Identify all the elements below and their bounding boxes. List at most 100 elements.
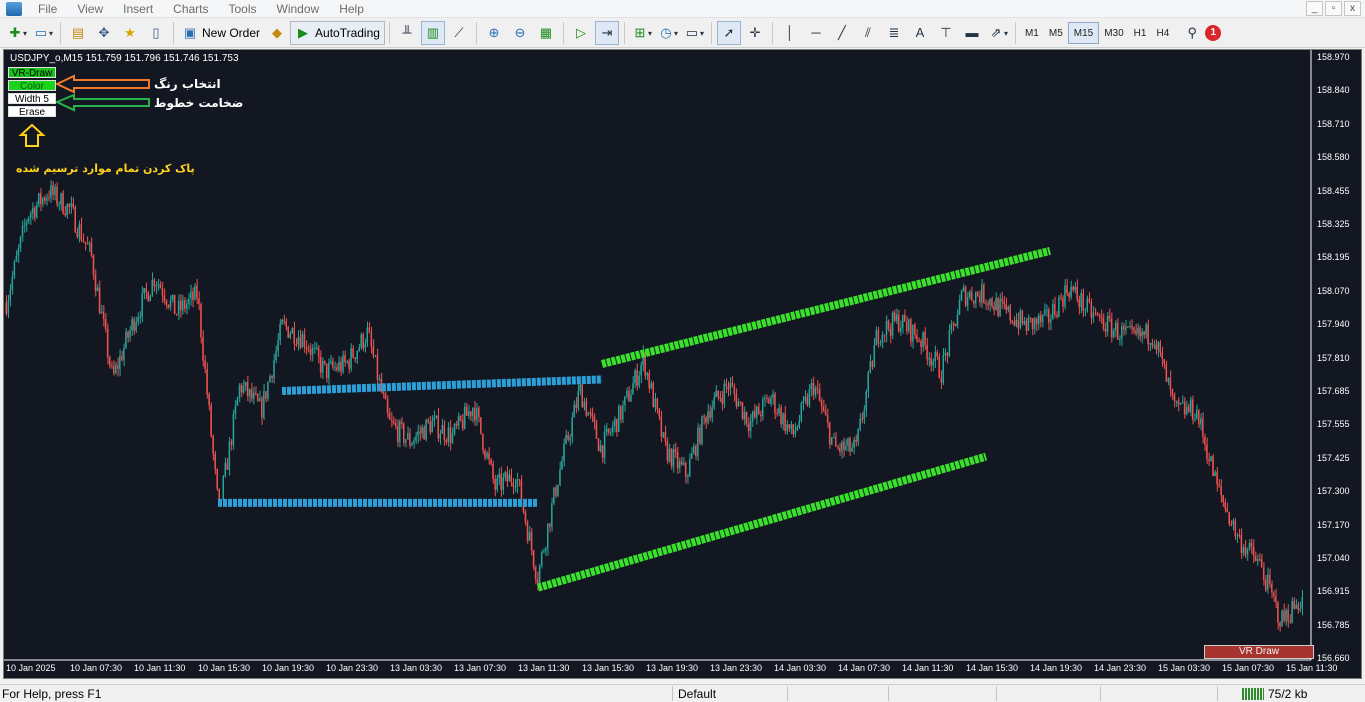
- chart-window[interactable]: USDJPY_o,M15 151.759 151.796 151.746 151…: [3, 49, 1362, 679]
- vr-draw-button[interactable]: VR-Draw: [8, 67, 56, 79]
- tile-windows-button[interactable]: ▦: [534, 21, 558, 45]
- horizontal-line-button[interactable]: ─: [804, 21, 828, 45]
- candle-body: [407, 432, 409, 440]
- templates-button[interactable]: ▭ ▾: [682, 21, 706, 45]
- price-chart[interactable]: [4, 50, 1361, 678]
- timeframe-m15[interactable]: M15: [1067, 22, 1100, 44]
- bar-chart-button[interactable]: ╨: [395, 21, 419, 45]
- green-drawn-line[interactable]: [536, 452, 988, 592]
- zoom-in-button[interactable]: ⊕: [482, 21, 506, 45]
- close-button[interactable]: x: [1344, 1, 1361, 16]
- price-tick-label: 158.325: [1317, 219, 1350, 229]
- candle-body: [1027, 317, 1030, 331]
- timeframe-m1[interactable]: M1: [1020, 22, 1044, 44]
- terminal-button[interactable]: ▯: [144, 21, 168, 45]
- candle-body: [137, 317, 139, 323]
- green-drawn-line[interactable]: [601, 246, 1051, 368]
- notification-badge[interactable]: 1: [1205, 25, 1222, 41]
- search-button[interactable]: ⚲: [1180, 21, 1204, 45]
- candle-body: [1064, 285, 1066, 307]
- vr-draw-panel[interactable]: VR Draw: [1204, 645, 1314, 659]
- candle-body: [173, 294, 176, 315]
- candle-body: [782, 413, 784, 425]
- menu-insert[interactable]: Insert: [113, 0, 163, 18]
- candle-body: [291, 328, 293, 334]
- rectangle-button[interactable]: ▬: [960, 21, 984, 45]
- candle-body: [48, 197, 50, 199]
- candle-body: [1151, 343, 1153, 345]
- candle-body: [1185, 406, 1188, 415]
- candle-body: [372, 346, 375, 357]
- autoscroll-button[interactable]: ▷: [569, 21, 593, 45]
- connection-status: 75/2 kb: [1242, 687, 1307, 701]
- candle-body: [905, 321, 908, 331]
- candle-body: [1198, 410, 1200, 425]
- candle-body: [437, 415, 439, 439]
- blue-drawn-line[interactable]: [281, 375, 603, 395]
- text-button[interactable]: A: [908, 21, 932, 45]
- candlestick-button[interactable]: ▥: [420, 21, 445, 45]
- menu-help[interactable]: Help: [329, 0, 374, 18]
- cursor-button[interactable]: ➚: [716, 21, 741, 45]
- crosshair-button[interactable]: ✛: [743, 21, 767, 45]
- timeframe-h4[interactable]: H4: [1151, 22, 1174, 44]
- candle-body: [1202, 418, 1204, 437]
- candle-body: [1189, 399, 1192, 412]
- text-label-button[interactable]: ⊤: [934, 21, 958, 45]
- menu-window[interactable]: Window: [267, 0, 330, 18]
- vertical-line-button[interactable]: │: [778, 21, 802, 45]
- menu-tools[interactable]: Tools: [219, 0, 267, 18]
- menu-view[interactable]: View: [67, 0, 113, 18]
- candle-body: [741, 402, 744, 419]
- yellow-arrow-icon: [18, 123, 46, 147]
- vr-erase-button[interactable]: Erase: [8, 106, 56, 118]
- vr-width-button[interactable]: Width 5: [8, 93, 56, 105]
- candle-body: [1191, 399, 1194, 420]
- candle-body: [1035, 318, 1038, 325]
- candle-body: [169, 299, 172, 308]
- candle-body: [948, 330, 950, 356]
- market-watch-button[interactable]: ▤: [66, 21, 90, 45]
- candle-body: [102, 311, 105, 319]
- candle-body: [964, 287, 967, 306]
- new-chart-button[interactable]: ✚ ▾: [5, 21, 29, 45]
- periods-button[interactable]: ◷ ▾: [656, 21, 680, 45]
- candle-body: [1054, 304, 1056, 315]
- channel-button[interactable]: ⫽: [856, 21, 880, 45]
- menu-file[interactable]: File: [28, 0, 67, 18]
- candle-body: [210, 405, 212, 437]
- favorites-button[interactable]: ★: [118, 21, 142, 45]
- candle-body: [1039, 315, 1042, 322]
- restore-button[interactable]: ▫: [1325, 1, 1342, 16]
- minimize-button[interactable]: _: [1306, 1, 1323, 16]
- chart-shift-button[interactable]: ⇥: [594, 21, 619, 45]
- line-chart-button[interactable]: ⟋: [447, 21, 471, 45]
- candle-body: [916, 335, 918, 341]
- navigator-button[interactable]: ✥: [92, 21, 116, 45]
- candle-body: [648, 372, 650, 389]
- candle-body: [325, 363, 328, 379]
- profiles-button[interactable]: ▭ ▾: [31, 21, 55, 45]
- time-tick-label: 13 Jan 15:30: [582, 663, 635, 673]
- trendline-button[interactable]: ╱: [830, 21, 854, 45]
- metaeditor-button[interactable]: ◆: [265, 21, 289, 45]
- arrows-button[interactable]: ⇗ ▾: [986, 21, 1010, 45]
- candle-body: [1104, 328, 1107, 332]
- new-chart-icon: ✚: [9, 25, 21, 40]
- zoom-out-button[interactable]: ⊖: [508, 21, 532, 45]
- new-order-button[interactable]: ▣ New Order: [178, 21, 264, 45]
- candle-body: [484, 450, 486, 458]
- timeframe-h1[interactable]: H1: [1129, 22, 1152, 44]
- vr-color-button[interactable]: Color: [8, 80, 56, 92]
- fibonacci-button[interactable]: ≣: [882, 21, 906, 45]
- menu-charts[interactable]: Charts: [163, 0, 218, 18]
- candle-body: [214, 453, 216, 470]
- timeframe-m5[interactable]: M5: [1044, 22, 1068, 44]
- candle-body: [149, 295, 151, 302]
- candle-body: [29, 213, 32, 218]
- timeframe-m30[interactable]: M30: [1099, 22, 1128, 44]
- indicators-button[interactable]: ⊞ ▾: [630, 21, 654, 45]
- candle-body: [364, 343, 366, 349]
- autotrading-button[interactable]: ▶ AutoTrading: [290, 21, 385, 45]
- app-icon[interactable]: [6, 1, 22, 16]
